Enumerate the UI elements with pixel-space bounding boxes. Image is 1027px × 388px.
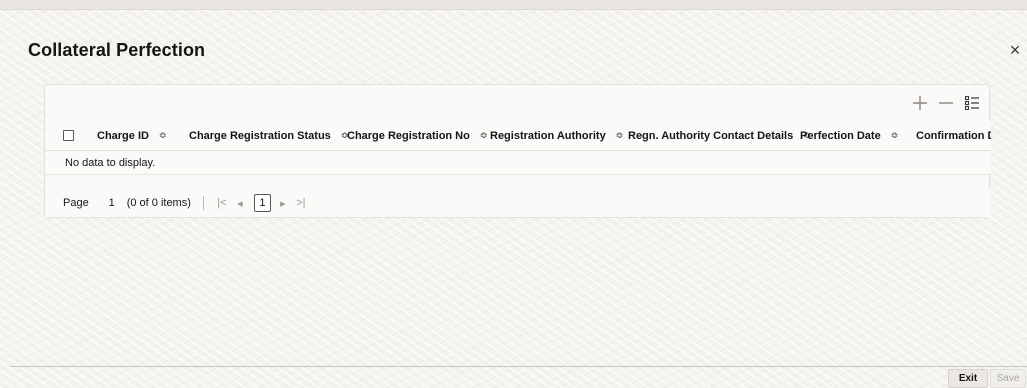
column-header-charge-registration-status[interactable]: Charge Registration Status ≎: [181, 121, 348, 151]
select-all-checkbox[interactable]: [63, 130, 74, 141]
no-data-message: No data to display.: [45, 151, 991, 175]
first-page-icon[interactable]: |<: [214, 197, 230, 209]
grid-toolbar: [911, 91, 981, 115]
table-header-row: Charge ID ≎ Charge Registration Status ≎…: [45, 121, 991, 151]
top-band: [0, 0, 1027, 10]
sort-icon[interactable]: ≎: [891, 130, 899, 141]
pager-item-count: (0 of 0 items): [126, 197, 191, 209]
page-1-button[interactable]: 1: [253, 194, 271, 212]
pager-label: Page: [63, 197, 89, 209]
next-page-icon[interactable]: ▸: [275, 197, 291, 210]
column-label: Perfection Date: [800, 129, 881, 142]
sort-icon[interactable]: ≎: [159, 130, 167, 141]
column-label: Regn. Authority Contact Details: [628, 129, 794, 142]
pager-divider: [202, 196, 204, 210]
last-page-icon[interactable]: >|: [293, 197, 309, 209]
exit-button[interactable]: Exit: [948, 369, 988, 388]
pagination-bar: Page 1 (0 of 0 items) |< ◂ 1 ▸ >|: [45, 189, 991, 217]
previous-page-icon[interactable]: ◂: [232, 197, 248, 210]
select-all-cell: [45, 121, 89, 151]
column-header-charge-registration-no[interactable]: Charge Registration No ≎: [339, 121, 487, 151]
column-label: Charge ID: [97, 129, 149, 142]
column-label: Registration Authority: [490, 129, 606, 142]
minus-icon[interactable]: [937, 92, 955, 114]
column-header-charge-id[interactable]: Charge ID ≎: [89, 121, 181, 151]
column-header-confirmation-date[interactable]: Confirmation Da: [908, 121, 991, 151]
footer-bar: Exit Save: [0, 367, 1027, 388]
column-header-registration-authority[interactable]: Registration Authority ≎: [482, 121, 623, 151]
plus-icon[interactable]: [911, 92, 929, 114]
dialog-title: Collateral Perfection: [28, 40, 206, 60]
column-label: Confirmation Da: [916, 129, 991, 142]
save-button: Save: [990, 369, 1026, 388]
column-label: Charge Registration No: [347, 129, 470, 142]
column-label: Charge Registration Status: [189, 129, 331, 142]
column-header-regn-authority-contact-details[interactable]: Regn. Authority Contact Details ≎: [620, 121, 811, 151]
page-number-input[interactable]: 1: [101, 194, 123, 212]
close-button[interactable]: ×: [1006, 40, 1024, 60]
column-header-perfection-date[interactable]: Perfection Date ≎: [792, 121, 908, 151]
column-list-icon[interactable]: [963, 92, 981, 114]
grid-table: Charge ID ≎ Charge Registration Status ≎…: [45, 121, 991, 175]
collateral-perfection-grid: Charge ID ≎ Charge Registration Status ≎…: [44, 84, 991, 218]
